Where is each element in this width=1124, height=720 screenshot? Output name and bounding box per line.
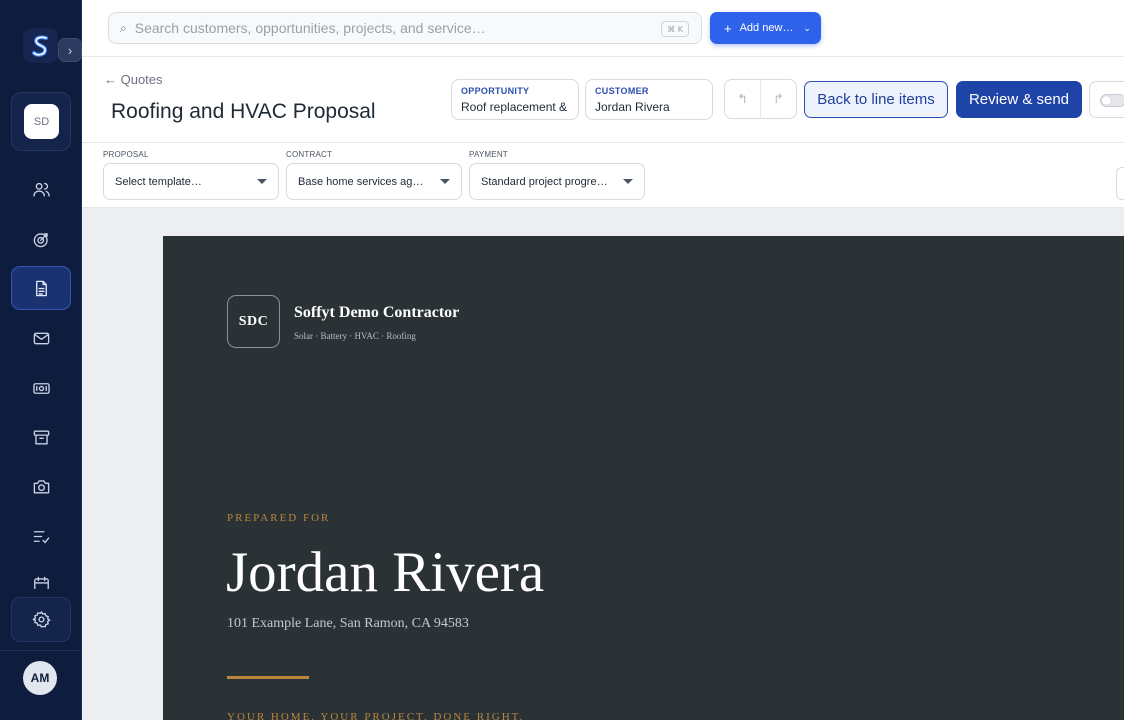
- add-new-button[interactable]: + Add new… ⌄: [710, 12, 821, 44]
- company-tagline: Solar · Battery · HVAC · Roofing: [294, 331, 416, 341]
- top-bar: ⌕ ⌘ K + Add new… ⌄: [82, 0, 1124, 57]
- customer-address: 101 Example Lane, San Ramon, CA 94583: [227, 616, 469, 631]
- company-name: Soffyt Demo Contractor: [294, 304, 460, 321]
- sidebar-item-messages[interactable]: [11, 316, 71, 360]
- sidebar-divider: [0, 650, 82, 651]
- company-logo: SDC: [227, 295, 280, 348]
- payment-select-value: Standard project progre…: [481, 175, 608, 188]
- sidebar-item-quotes[interactable]: [11, 266, 71, 310]
- payment-select-group: PAYMENT Standard project progre…: [469, 150, 645, 200]
- selector-overflow-control[interactable]: [1116, 167, 1124, 200]
- sidebar-item-inventory[interactable]: [11, 415, 71, 459]
- contract-label: CONTRACT: [286, 150, 333, 159]
- contract-select-value: Base home services ag…: [298, 175, 424, 188]
- sidebar-item-calendar[interactable]: [11, 563, 71, 589]
- add-new-label: Add new…: [739, 22, 794, 34]
- plus-icon: +: [724, 20, 732, 36]
- contract-select-group: CONTRACT Base home services ag…: [286, 150, 462, 200]
- review-send-button[interactable]: Review & send: [956, 81, 1082, 118]
- proposal-label: PROPOSAL: [103, 150, 149, 159]
- app-logo[interactable]: [23, 28, 58, 63]
- archive-icon: [33, 429, 49, 445]
- customer-name-heading: Jordan Rivera: [226, 541, 545, 604]
- back-to-line-items-button[interactable]: Back to line items: [804, 81, 948, 118]
- opportunity-field[interactable]: OPPORTUNITY Roof replacement &: [451, 79, 579, 120]
- customer-value: Jordan Rivera: [595, 100, 670, 114]
- search-icon: ⌕: [120, 20, 127, 35]
- prepared-for-label: PREPARED FOR: [227, 512, 331, 524]
- preview-toggle-container: [1089, 81, 1124, 118]
- sidebar-item-tasks[interactable]: [11, 514, 71, 558]
- global-search[interactable]: ⌕ ⌘ K: [108, 12, 702, 44]
- cover-slogan: YOUR HOME. YOUR PROJECT. DONE RIGHT.: [227, 711, 525, 720]
- undo-redo-group: ↰ ↱: [724, 79, 797, 119]
- mail-icon: [33, 332, 49, 344]
- money-icon: [32, 382, 50, 394]
- sidebar-item-opportunities[interactable]: [11, 217, 71, 261]
- sidebar-item-payments[interactable]: [11, 366, 71, 410]
- camera-icon: [33, 479, 49, 494]
- search-input[interactable]: [134, 20, 655, 36]
- opportunity-label: OPPORTUNITY: [461, 86, 530, 96]
- opportunity-value: Roof replacement &: [461, 100, 568, 114]
- caret-down-icon: [257, 179, 267, 184]
- checklist-icon: [33, 530, 49, 543]
- caret-down-icon: [440, 179, 450, 184]
- undo-icon[interactable]: ↰: [725, 80, 761, 118]
- proposal-cover-page: SDC Soffyt Demo Contractor Solar · Batte…: [163, 236, 1124, 720]
- page-title: Roofing and HVAC Proposal: [111, 100, 376, 123]
- users-icon: [32, 182, 50, 197]
- workspace-switcher[interactable]: SD: [11, 92, 71, 151]
- proposal-select-value: Select template…: [115, 175, 202, 188]
- redo-icon[interactable]: ↱: [761, 80, 796, 118]
- customer-field[interactable]: CUSTOMER Jordan Rivera: [585, 79, 713, 120]
- proposal-select[interactable]: Select template…: [103, 163, 279, 200]
- document-icon: [35, 280, 47, 296]
- back-to-quotes-link[interactable]: ← Quotes: [104, 72, 163, 87]
- customer-label: CUSTOMER: [595, 86, 649, 96]
- preview-toggle[interactable]: [1100, 94, 1124, 107]
- settings-button[interactable]: [11, 597, 71, 642]
- calendar-icon: [33, 576, 49, 589]
- proposal-select-group: PROPOSAL Select template…: [103, 150, 279, 200]
- gear-icon: [32, 611, 50, 628]
- sidebar-item-photos[interactable]: [11, 464, 71, 508]
- payment-select[interactable]: Standard project progre…: [469, 163, 645, 200]
- chevron-right-icon: ›: [67, 42, 73, 58]
- caret-down-icon: [623, 179, 633, 184]
- workspace-avatar: SD: [24, 104, 59, 139]
- sidebar-expand-button[interactable]: ›: [58, 38, 82, 62]
- proposal-canvas[interactable]: SDC Soffyt Demo Contractor Solar · Batte…: [82, 208, 1124, 720]
- contract-select[interactable]: Base home services ag…: [286, 163, 462, 200]
- chevron-down-icon: ⌄: [803, 22, 811, 33]
- sidebar-item-customers[interactable]: [11, 167, 71, 211]
- accent-divider: [227, 676, 309, 679]
- quote-header: ← Quotes Roofing and HVAC Proposal OPPOR…: [82, 57, 1124, 143]
- logo-icon: [31, 34, 48, 57]
- template-selectors: PROPOSAL Select template… CONTRACT Base …: [82, 143, 1124, 208]
- search-shortcut-hint: ⌘ K: [661, 21, 689, 37]
- target-icon: [33, 232, 48, 247]
- user-avatar[interactable]: AM: [23, 661, 57, 695]
- payment-label: PAYMENT: [469, 150, 508, 159]
- sidebar: › SD AM: [0, 0, 82, 720]
